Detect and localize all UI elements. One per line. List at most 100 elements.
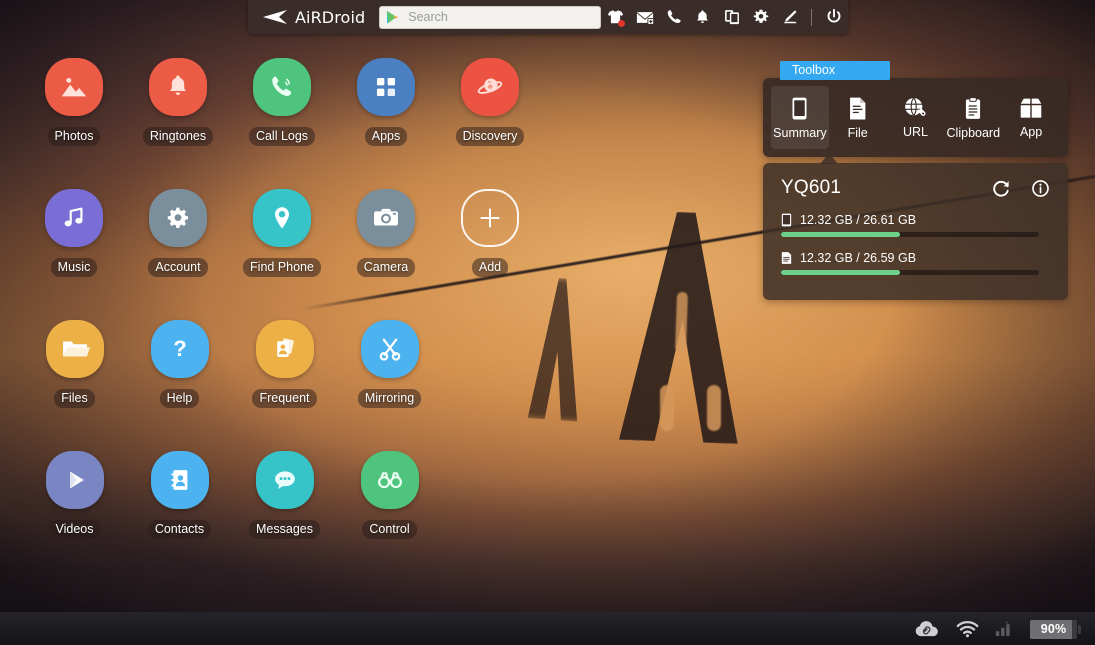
devices-icon[interactable] [717, 2, 746, 32]
bell-icon[interactable] [688, 2, 717, 32]
clipboard-icon [966, 96, 981, 119]
power-icon[interactable] [819, 2, 848, 32]
scissors-icon [360, 320, 419, 378]
app-label: Find Phone [243, 258, 321, 277]
app-label: Mirroring [357, 389, 422, 408]
tshirt-icon[interactable] [601, 2, 630, 32]
refresh-icon[interactable] [992, 179, 1011, 198]
app-label: Account [148, 258, 208, 277]
toolbox-tab[interactable]: Toolbox [780, 61, 890, 80]
app-tile-call-logs[interactable]: Call Logs [230, 58, 334, 189]
gear-icon [149, 189, 207, 247]
battery-body: 90% [1030, 619, 1077, 639]
toolbox-item-label: Summary [773, 125, 827, 140]
app-tile-account[interactable]: Account [126, 189, 230, 320]
storage-bar [781, 232, 1039, 237]
storage-row-internal: 12.32 GB / 26.61 GB [781, 213, 1050, 237]
photos-icon [45, 58, 103, 116]
app-label: Videos [48, 520, 101, 539]
music-note-icon [45, 189, 103, 247]
map-pin-icon [253, 189, 311, 247]
battery-cap [1078, 624, 1081, 634]
toolbox-item-label: URL [902, 125, 928, 139]
app-label: Camera [356, 258, 416, 277]
toolbox-item-url[interactable]: URL [887, 86, 945, 149]
app-label: Apps [364, 127, 408, 146]
app-tile-discovery[interactable]: Discovery [438, 58, 542, 189]
svg-text:?: ? [173, 336, 186, 361]
app-label: Call Logs [248, 127, 316, 146]
binoculars-icon [360, 451, 419, 509]
signal-bars-icon[interactable] [995, 621, 1014, 637]
search-input[interactable] [408, 10, 595, 24]
toolbox-item-label: File [847, 125, 868, 140]
brand-name: AiRDroid [295, 7, 366, 27]
airdroid-paperplane-icon [263, 10, 287, 24]
app-label: Files [54, 389, 95, 408]
phone-icon[interactable] [659, 2, 688, 32]
app-tile-frequent[interactable]: Frequent [232, 320, 337, 451]
status-bar: 90% [0, 612, 1095, 645]
app-label: Contacts [147, 520, 212, 539]
bell-icon [149, 58, 207, 116]
mail-add-icon[interactable] [630, 2, 659, 32]
app-label: Music [50, 258, 98, 277]
app-tile-files[interactable]: Files [22, 320, 127, 451]
storage-fill [781, 232, 900, 237]
storage-top: 12.32 GB / 26.59 GB [781, 251, 1050, 265]
brand-logo[interactable]: AiRDroid [262, 8, 365, 27]
app-tile-add[interactable]: Add [438, 189, 542, 320]
device-name: YQ601 [781, 177, 842, 198]
app-tile-music[interactable]: Music [22, 189, 126, 320]
toolbox-item-app[interactable]: App [1002, 86, 1060, 149]
app-tile-control[interactable]: Control [337, 451, 442, 582]
app-grid-row: Videos Contacts Messages Control [22, 451, 542, 582]
app-tile-find-phone[interactable]: Find Phone [230, 189, 334, 320]
top-toolbar: AiRDroid [248, 0, 848, 34]
topbar-icon-group [601, 2, 848, 32]
app-tile-videos[interactable]: Videos [22, 451, 127, 582]
phone-outline-icon [792, 97, 807, 119]
app-label: Photos [47, 127, 101, 146]
plus-icon [461, 189, 519, 247]
app-tile-messages[interactable]: Messages [232, 451, 337, 582]
cloud-link-icon[interactable] [915, 620, 940, 638]
chat-bubble-icon [255, 451, 314, 509]
toolbox-item-label: Clipboard [946, 125, 1001, 140]
app-label: Frequent [252, 389, 317, 408]
tshirt-badge [618, 20, 626, 27]
phone-icon [253, 58, 311, 116]
camera-icon [357, 189, 415, 247]
app-tile-contacts[interactable]: Contacts [127, 451, 232, 582]
toolbox-panel: Summary File URL Clipboard App [763, 78, 1068, 157]
apps-grid-icon [357, 58, 415, 116]
app-tile-ringtones[interactable]: Ringtones [126, 58, 230, 189]
info-icon[interactable] [1031, 179, 1050, 198]
device-card: YQ601 12.32 GB / 26.61 GB 12.32 GB / 26.… [763, 163, 1068, 300]
toolbox-item-file[interactable]: File [829, 86, 887, 149]
toolbox-item-summary[interactable]: Summary [771, 86, 829, 149]
pencil-icon[interactable] [775, 2, 804, 32]
battery-indicator[interactable]: 90% [1030, 619, 1081, 639]
contact-book-icon [150, 451, 209, 509]
app-tile-help[interactable]: ? Help [127, 320, 232, 451]
app-tile-camera[interactable]: Camera [334, 189, 438, 320]
app-tile-photos[interactable]: Photos [22, 58, 126, 189]
toolbar-divider [811, 8, 813, 26]
app-grid-row: Files ? Help Frequent Mirroring [22, 320, 542, 451]
globe-link-icon [905, 97, 927, 116]
gear-icon[interactable] [746, 2, 775, 32]
app-tile-apps[interactable]: Apps [334, 58, 438, 189]
storage-top: 12.32 GB / 26.61 GB [781, 213, 1050, 227]
app-label: Help [159, 389, 200, 408]
storage-fill [781, 270, 900, 275]
wifi-icon[interactable] [956, 620, 979, 638]
app-label: Control [362, 520, 417, 539]
app-label: Add [471, 258, 509, 277]
toolbox-item-clipboard[interactable]: Clipboard [944, 86, 1002, 149]
question-icon: ? [150, 320, 209, 378]
app-tile-mirroring[interactable]: Mirroring [337, 320, 442, 451]
google-play-icon [387, 11, 399, 23]
search-box[interactable] [379, 5, 602, 29]
toolbox-item-label: App [1019, 124, 1043, 139]
